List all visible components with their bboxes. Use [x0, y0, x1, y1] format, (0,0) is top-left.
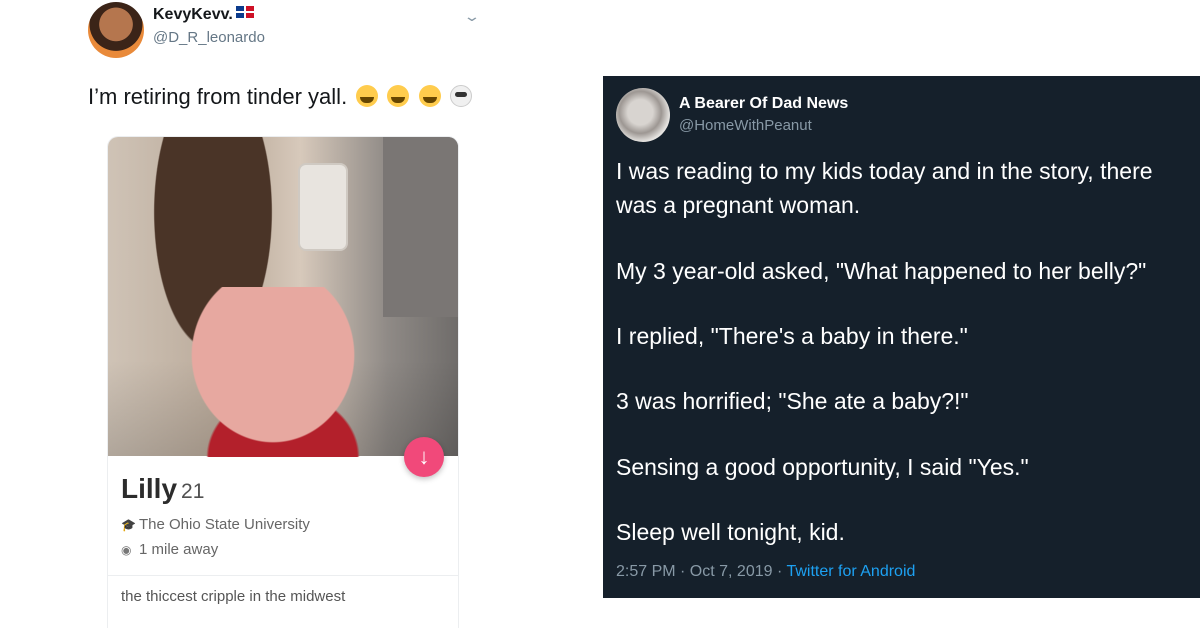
- left-tweet: KevyKevv. @D_R_leonardo ⌄ I’m retiring f…: [0, 0, 560, 628]
- tweet-line: I replied, "There's a baby in there.": [616, 323, 968, 349]
- skull-icon: [449, 85, 472, 107]
- profile-name: Lilly 21: [121, 473, 204, 505]
- author-name[interactable]: KevyKevv.: [153, 6, 254, 24]
- location-pin-icon: ◉: [121, 543, 132, 557]
- tears-of-joy-icon: [418, 85, 441, 107]
- tweet-line: I was reading to my kids today and in th…: [616, 158, 1153, 184]
- divider: [108, 575, 458, 576]
- tweet-line: My 3 year-old asked, "What happened to h…: [616, 258, 1147, 284]
- tweet-text: I’m retiring from tinder yall.: [88, 84, 472, 110]
- tears-of-joy-icon: [387, 85, 410, 107]
- author-name-text[interactable]: KevyKevv.: [153, 6, 233, 23]
- chevron-down-icon[interactable]: ⌄: [463, 8, 481, 25]
- author-handle[interactable]: @HomeWithPeanut: [679, 117, 812, 134]
- dominican-flag-icon: [235, 6, 254, 18]
- author-avatar[interactable]: [88, 2, 144, 58]
- tweet-line: Sensing a good opportunity, I said "Yes.…: [616, 454, 1029, 480]
- profile-bio: the thiccest cripple in the midwest: [121, 588, 346, 605]
- tweet-line: was a pregnant woman.: [616, 192, 861, 218]
- tears-of-joy-icon: [356, 85, 379, 107]
- profile-distance: ◉ 1 mile away: [121, 541, 218, 558]
- tweet-text-content: I’m retiring from tinder yall.: [88, 84, 348, 109]
- graduation-cap-icon: 🎓: [121, 518, 136, 532]
- tinder-profile-card[interactable]: ↓ Lilly 21 🎓 The Ohio State University ◉ 1 …: [108, 137, 458, 628]
- profile-name-text: Lilly: [121, 473, 178, 504]
- author-handle[interactable]: @D_R_leonardo: [153, 29, 265, 46]
- tweet-timestamp[interactable]: 2:57 PM · Oct 7, 2019 ·: [616, 563, 786, 580]
- photo-background: [383, 137, 458, 317]
- author-avatar[interactable]: [616, 88, 670, 142]
- tweet-line: Sleep well tonight, kid.: [616, 519, 845, 545]
- author-name[interactable]: A Bearer Of Dad News: [679, 95, 848, 113]
- profile-school-text: The Ohio State University: [139, 516, 310, 533]
- tweet-meta: 2:57 PM · Oct 7, 2019 · Twitter for Andr…: [616, 563, 915, 581]
- right-tweet: A Bearer Of Dad News @HomeWithPeanut I w…: [603, 76, 1200, 598]
- arrow-down-button[interactable]: ↓: [404, 437, 444, 477]
- photo-dress: [178, 287, 368, 457]
- tweet-line: 3 was horrified; "She ate a baby?!": [616, 388, 969, 414]
- tweet-source-link[interactable]: Twitter for Android: [786, 563, 915, 580]
- photo-phone: [298, 163, 348, 251]
- profile-school: 🎓 The Ohio State University: [121, 516, 310, 533]
- profile-distance-text: 1 mile away: [139, 541, 219, 558]
- profile-photo[interactable]: [108, 137, 458, 457]
- profile-age: 21: [181, 480, 205, 503]
